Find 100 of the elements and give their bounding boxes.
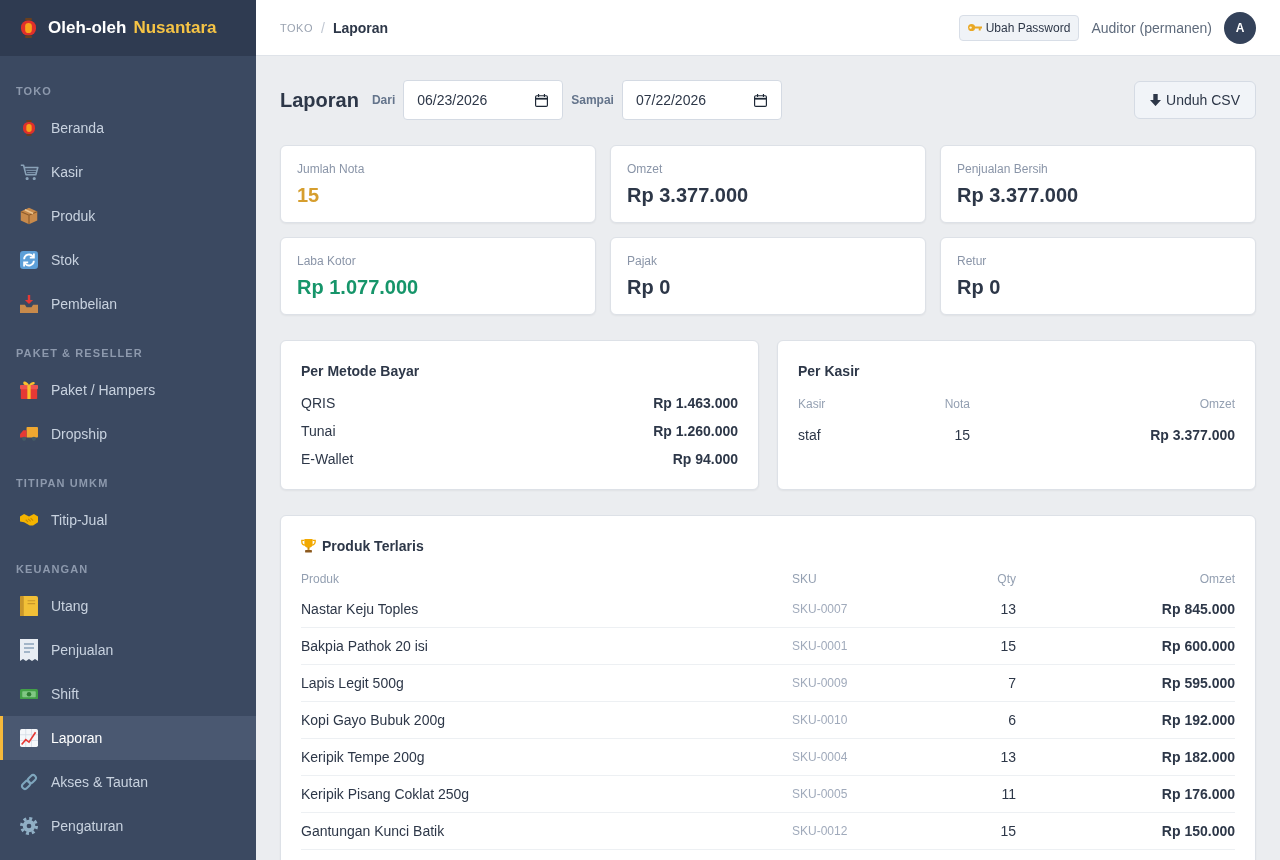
table-cell-text: Rp 600.000 [1160, 638, 1235, 654]
table-cell-text: 15 [999, 823, 1016, 839]
column-header: Kasir [798, 397, 827, 411]
table-cell-text: 15 [999, 638, 1016, 654]
user-name: Auditor (permanen) [1091, 19, 1212, 36]
table-cell-text: Rp 192.000 [1160, 712, 1235, 728]
payment-method: QRIS [301, 395, 336, 411]
nav-item[interactable]: Kasir [0, 150, 256, 194]
nav-item[interactable]: Shift [0, 672, 256, 716]
nav-item[interactable]: Pengaturan [0, 804, 256, 848]
lantern-icon [23, 120, 35, 136]
table-cell-text: SKU-0012 [792, 824, 849, 838]
table-cell-text: SKU-0009 [792, 676, 849, 690]
tray-arrow-icon [20, 295, 38, 313]
table-cell-text: Rp 595.000 [1160, 675, 1235, 691]
table-cell-text: Bakpia Pathok 20 isi [301, 638, 429, 654]
download-icon [1150, 93, 1162, 107]
link-icon [20, 773, 38, 791]
nav-item[interactable]: Produk [0, 194, 256, 238]
nav-item[interactable]: Paket / Hampers [0, 368, 256, 412]
stat-label: Laba Kotor [297, 253, 357, 269]
table-cell-text: Keripik Pisang Coklat 250g [301, 786, 471, 802]
lantern-icon [21, 18, 36, 38]
stat-value: Rp 0 [957, 275, 1002, 299]
column-header: Qty [996, 572, 1016, 586]
handshake-icon [20, 514, 38, 526]
cart-icon [19, 163, 39, 181]
receipt-icon [20, 639, 38, 661]
table-cell-text: SKU-0004 [792, 750, 849, 764]
column-header: SKU [792, 572, 818, 586]
calendar-icon[interactable] [535, 93, 549, 107]
trophy-icon [301, 539, 316, 553]
stat-label: Penjualan Bersih [957, 161, 1049, 177]
notebook-icon [20, 595, 38, 617]
table-cell-text: staf [798, 427, 822, 443]
stat-value: Rp 0 [627, 275, 672, 299]
section-heading: PAKET & RESELLER [16, 346, 143, 360]
nav-item[interactable]: Penjualan [0, 628, 256, 672]
breadcrumb-current: Laporan [332, 19, 389, 36]
table-cell-text: SKU-0005 [792, 787, 849, 801]
gift-icon [20, 381, 38, 399]
calendar-icon[interactable] [753, 93, 767, 107]
date-label: Sampai [571, 93, 614, 107]
box-icon [20, 207, 38, 225]
table-cell-text: Keripik Tempe 200g [301, 749, 426, 765]
stat-label: Retur [957, 253, 988, 269]
brand-name: Oleh-oleh [48, 18, 127, 38]
table-cell-text: Rp 176.000 [1160, 786, 1235, 802]
table-cell-text: Rp 845.000 [1160, 601, 1235, 617]
table-cell-text: 7 [1007, 675, 1016, 691]
table-cell-text: Rp 3.377.000 [1149, 427, 1235, 443]
table-cell-text: Rp 150.000 [1160, 823, 1235, 839]
table-cell-text: SKU-0010 [792, 713, 849, 727]
table-cell-text: SKU-0007 [792, 602, 849, 616]
column-header: Nota [943, 397, 970, 411]
table-cell-text: 15 [953, 427, 970, 443]
column-header: Omzet [1198, 572, 1235, 586]
date-field[interactable]: 06/23/2026 [403, 80, 564, 120]
nav-item[interactable]: Dropship [0, 412, 256, 456]
nav-item[interactable]: Utang [0, 584, 256, 628]
stat-label: Omzet [627, 161, 664, 177]
stat-label: Pajak [627, 253, 659, 269]
banknote-icon [20, 688, 38, 700]
payment-amount: Rp 1.463.000 [653, 395, 738, 411]
section-heading: TOKO [16, 84, 52, 98]
date-label: Dari [371, 93, 396, 107]
stat-value: 15 [297, 183, 321, 207]
cycle-arrows-icon [20, 251, 38, 269]
section-heading: TITIPAN UMKM [16, 476, 109, 490]
payment-method: E-Wallet [301, 451, 354, 467]
column-header: Omzet [1198, 397, 1235, 411]
table-cell-text: Rp 182.000 [1160, 749, 1235, 765]
nav-item[interactable]: Titip-Jual [0, 498, 256, 542]
table-cell-text: SKU-0001 [792, 639, 849, 653]
change-password-button[interactable]: Ubah Password [958, 14, 1080, 41]
brand-name-highlight: Nusantara [133, 18, 217, 38]
date-field[interactable]: 07/22/2026 [621, 80, 782, 120]
breadcrumb-separator: / [321, 19, 325, 36]
avatar[interactable]: A [1224, 11, 1256, 44]
payment-method: Tunai [301, 423, 336, 439]
nav-item[interactable]: Akses & Tautan [0, 760, 256, 804]
truck-icon [20, 427, 38, 441]
panel-title: Produk Terlaris [322, 537, 424, 556]
section-heading: KEUANGAN [16, 562, 89, 576]
table-cell-text: 13 [999, 601, 1016, 617]
table-cell-text: Gantungan Kunci Batik [301, 823, 446, 839]
payment-amount: Rp 1.260.000 [653, 423, 738, 439]
stat-value: Rp 3.377.000 [957, 183, 1080, 207]
stat-value: Rp 3.377.000 [627, 183, 750, 207]
download-csv-button[interactable]: Unduh CSV [1134, 81, 1256, 119]
table-cell-text: Kopi Gayo Bubuk 200g [301, 712, 446, 728]
line-chart-icon [20, 729, 38, 747]
key-icon [967, 23, 982, 32]
nav-item[interactable]: Beranda [0, 106, 256, 150]
column-header: Produk [301, 572, 341, 586]
nav-item[interactable]: Laporan [0, 716, 256, 760]
table-cell-text: Nastar Keju Toples [301, 601, 420, 617]
nav-item[interactable]: Stok [0, 238, 256, 282]
nav-item[interactable]: Pembelian [0, 282, 256, 326]
page-title: Laporan [280, 88, 359, 112]
